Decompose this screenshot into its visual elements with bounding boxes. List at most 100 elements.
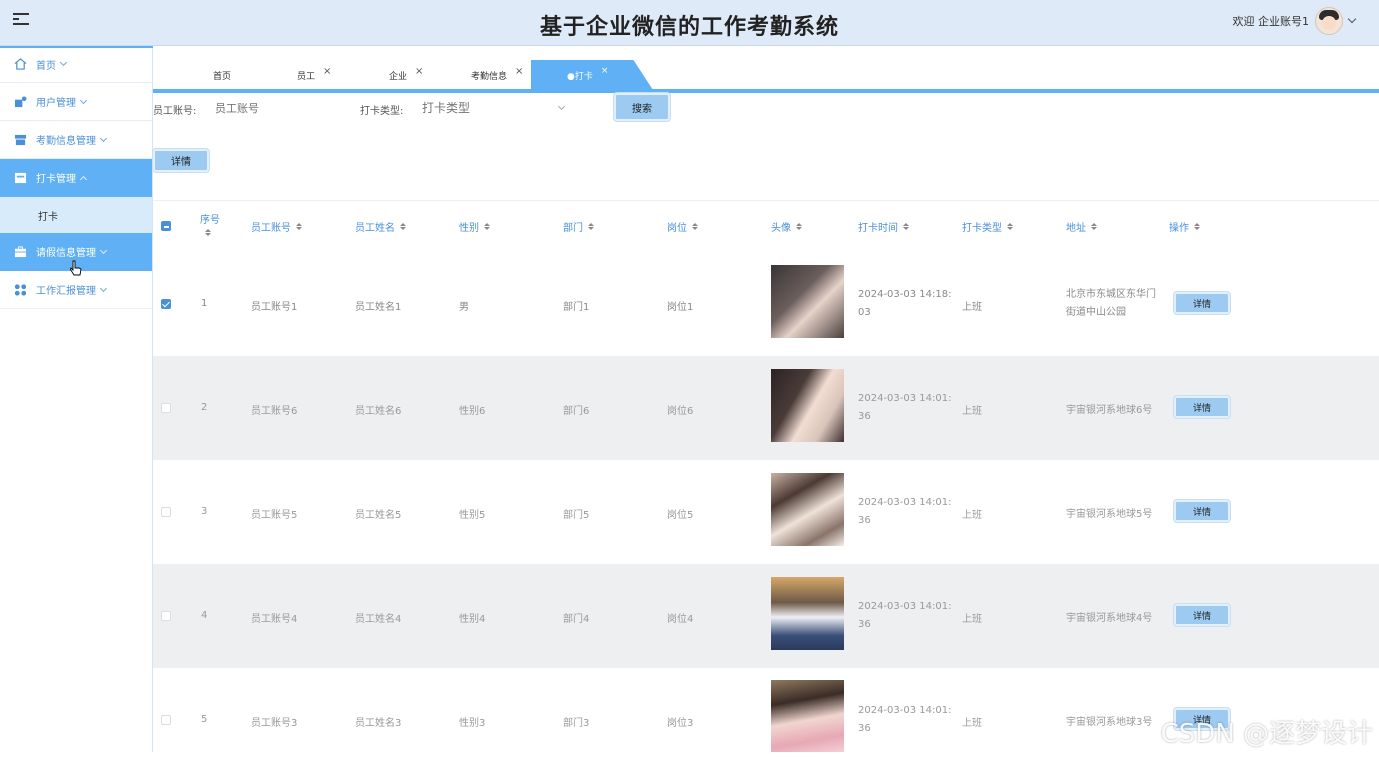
- tab-underline: [153, 89, 1379, 93]
- cell-gender: 性别5: [459, 510, 486, 521]
- sidebar-item-attendance[interactable]: 考勤信息管理: [0, 121, 152, 159]
- detail-button[interactable]: 详情: [153, 149, 209, 172]
- column-header-time[interactable]: 打卡时间: [858, 219, 909, 234]
- tab-label: 考勤信息: [471, 71, 508, 82]
- cell-index: 1: [201, 298, 208, 309]
- table-row[interactable]: 4 员工账号4 员工姓名4 性别4 部门4 岗位4 2024-03-03 14:…: [153, 564, 1379, 668]
- row-detail-button[interactable]: 详情: [1174, 500, 1230, 522]
- row-checkbox[interactable]: [161, 403, 171, 413]
- column-header-index[interactable]: 序号: [200, 211, 220, 236]
- app-title: 基于企业微信的工作考勤系统: [539, 15, 839, 40]
- cell-gender: 性别3: [459, 718, 486, 729]
- column-header-post[interactable]: 岗位: [667, 219, 698, 234]
- cell-index: 5: [201, 714, 208, 725]
- sidebar-item-label: 用户管理: [36, 98, 76, 109]
- top-header: 基于企业微信的工作考勤系统 欢迎 企业账号1: [0, 0, 1379, 46]
- close-icon[interactable]: ×: [415, 66, 423, 77]
- sidebar-top-divider: [0, 46, 153, 48]
- cell-type: 上班: [962, 406, 982, 417]
- cell-account: 员工账号3: [251, 718, 298, 729]
- avatar[interactable]: [1315, 7, 1343, 35]
- type-select[interactable]: [422, 96, 562, 120]
- cell-dept: 部门5: [563, 510, 590, 521]
- tab-label: 首页: [213, 71, 232, 82]
- select-all-checkbox[interactable]: [161, 221, 171, 231]
- checkin-table: 序号 员工账号 员工姓名 性别 部门 岗位 头像 打卡时间 打卡类型 地址 操作…: [153, 200, 1379, 752]
- column-header-action[interactable]: 操作: [1169, 219, 1200, 234]
- row-checkbox[interactable]: [161, 715, 171, 725]
- tab-home[interactable]: 首页: [213, 60, 231, 90]
- cell-type: 上班: [962, 718, 982, 729]
- column-header-address[interactable]: 地址: [1066, 219, 1097, 234]
- row-detail-button[interactable]: 详情: [1174, 396, 1230, 418]
- cell-type: 上班: [962, 302, 982, 313]
- cell-post: 岗位3: [667, 718, 694, 729]
- column-header-type[interactable]: 打卡类型: [962, 219, 1013, 234]
- cell-name: 员工姓名1: [355, 302, 402, 313]
- welcome-text: 欢迎 企业账号1: [1232, 15, 1310, 28]
- column-header-gender[interactable]: 性别: [459, 219, 490, 234]
- column-header-account[interactable]: 员工账号: [251, 219, 302, 234]
- sidebar-item-label: 打卡管理: [36, 174, 76, 185]
- close-icon[interactable]: ×: [601, 66, 609, 76]
- cell-gender: 男: [459, 302, 469, 313]
- users-icon: [14, 95, 27, 107]
- cell-gender: 性别4: [459, 614, 486, 625]
- close-icon[interactable]: ×: [323, 66, 331, 77]
- cell-time: 2024-03-03 14:01:36: [858, 497, 952, 526]
- tab-label: ●打卡: [567, 71, 593, 82]
- column-header-dept[interactable]: 部门: [563, 219, 594, 234]
- cell-account: 员工账号5: [251, 510, 298, 521]
- cell-dept: 部门6: [563, 406, 590, 417]
- user-menu[interactable]: 欢迎 企业账号1: [1232, 7, 1357, 35]
- table-row[interactable]: 2 员工账号6 员工姓名6 性别6 部门6 岗位6 2024-03-03 14:…: [153, 356, 1379, 460]
- tab-employee[interactable]: 员工 ×: [297, 60, 331, 90]
- cell-name: 员工姓名4: [355, 614, 402, 625]
- tab-company[interactable]: 企业 ×: [389, 60, 423, 90]
- calendar-icon: [14, 172, 27, 183]
- sidebar-item-users[interactable]: 用户管理: [0, 83, 152, 121]
- row-detail-button[interactable]: 详情: [1174, 604, 1230, 626]
- column-header-name[interactable]: 员工姓名: [355, 219, 406, 234]
- row-checkbox[interactable]: [161, 611, 171, 621]
- sidebar-subitem-checkin[interactable]: 打卡: [0, 197, 152, 233]
- cell-dept: 部门3: [563, 718, 590, 729]
- cell-gender: 性别6: [459, 406, 486, 417]
- tab-attendance[interactable]: 考勤信息 ×: [471, 60, 523, 90]
- cell-address: 宇宙银河系地球6号: [1066, 405, 1153, 416]
- row-checkbox[interactable]: [161, 507, 171, 517]
- cell-name: 员工姓名5: [355, 510, 402, 521]
- cell-post: 岗位4: [667, 614, 694, 625]
- cell-index: 3: [201, 506, 208, 517]
- cell-dept: 部门4: [563, 614, 590, 625]
- cell-address: 北京市东城区东华门街道中山公园: [1066, 289, 1156, 318]
- search-form: 员工账号: 打卡类型: 搜索: [153, 93, 1379, 122]
- avatar-photo: [771, 577, 844, 650]
- cell-post: 岗位5: [667, 510, 694, 521]
- cell-address: 宇宙银河系地球4号: [1066, 613, 1153, 624]
- tab-checkin[interactable]: ●打卡 ×: [531, 60, 653, 90]
- sidebar-item-home[interactable]: 首页: [0, 46, 152, 83]
- sidebar-item-label: 首页: [36, 60, 56, 72]
- close-icon[interactable]: ×: [515, 66, 523, 77]
- column-header-avatar[interactable]: 头像: [771, 219, 802, 234]
- account-input[interactable]: [215, 96, 335, 120]
- table-row[interactable]: 1 员工账号1 员工姓名1 男 部门1 岗位1 2024-03-03 14:18…: [153, 252, 1379, 356]
- search-button[interactable]: 搜索: [614, 93, 670, 121]
- cell-address: 宇宙银河系地球5号: [1066, 509, 1153, 520]
- avatar-photo: [771, 265, 844, 338]
- sidebar-item-label: 考勤信息管理: [36, 136, 96, 147]
- table-row[interactable]: 3 员工账号5 员工姓名5 性别5 部门5 岗位5 2024-03-03 14:…: [153, 460, 1379, 564]
- cell-post: 岗位1: [667, 302, 694, 313]
- sidebar-item-checkin[interactable]: 打卡管理: [0, 159, 152, 197]
- store-icon: [14, 134, 27, 145]
- cell-name: 员工姓名3: [355, 718, 402, 729]
- cell-time: 2024-03-03 14:01:36: [858, 705, 952, 734]
- chevron-down-icon[interactable]: [1347, 14, 1357, 24]
- avatar-photo: [771, 473, 844, 546]
- row-checkbox[interactable]: [161, 299, 171, 309]
- avatar-photo: [771, 680, 844, 752]
- row-detail-button[interactable]: 详情: [1174, 292, 1230, 314]
- cell-index: 4: [201, 610, 208, 621]
- cell-time: 2024-03-03 14:18:03: [858, 289, 952, 318]
